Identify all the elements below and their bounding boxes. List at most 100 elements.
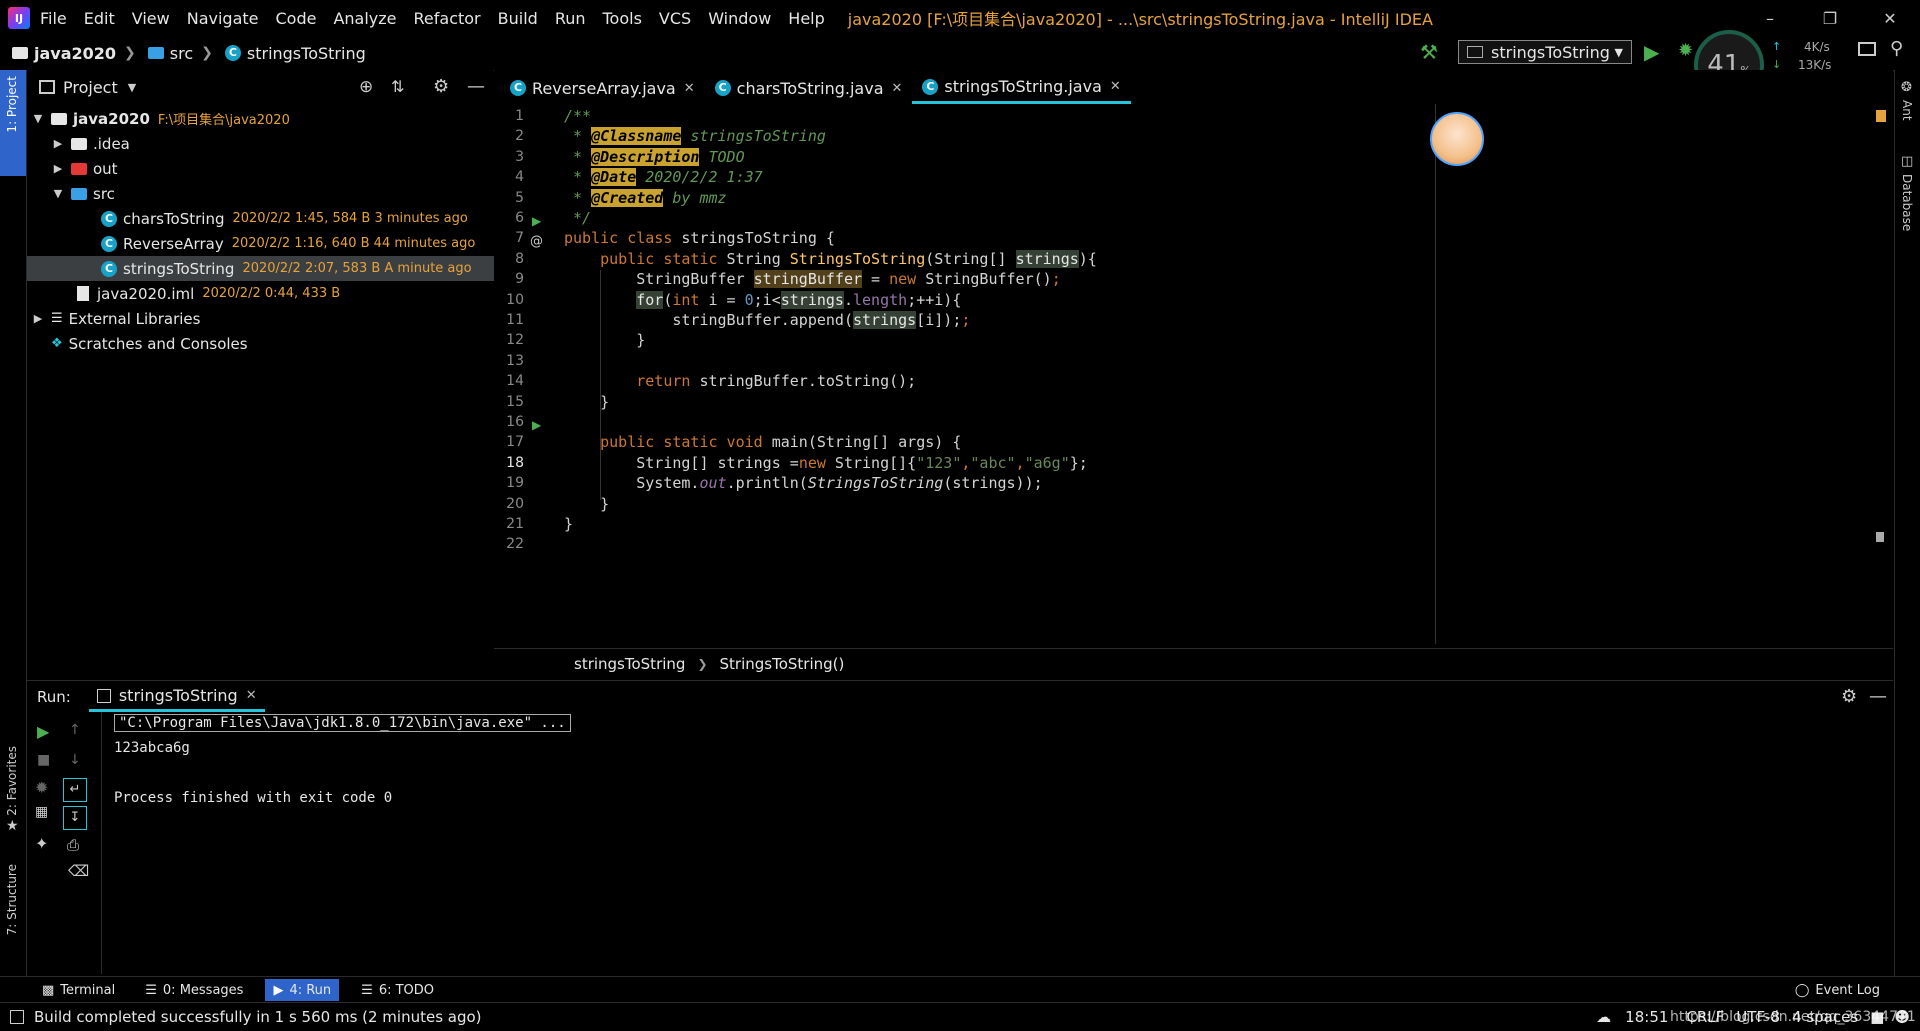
collapse-all-icon[interactable]: ⇅ xyxy=(391,77,404,96)
project-view-select[interactable]: Project xyxy=(63,78,118,97)
inspection-status-icon[interactable] xyxy=(1876,110,1886,122)
project-tool-tab[interactable]: 1: Project xyxy=(0,70,26,176)
favorites-tab[interactable]: 2: Favorites xyxy=(5,746,19,816)
print-icon[interactable]: ⎙ xyxy=(67,836,79,854)
close-icon[interactable]: ✕ xyxy=(892,81,903,96)
presentation-icon[interactable] xyxy=(1858,42,1876,56)
breadcrumb-file[interactable]: CstringsToString xyxy=(224,44,366,63)
chevron-right-icon[interactable]: ▶ xyxy=(31,312,45,325)
database-tab[interactable]: Database xyxy=(1900,174,1914,231)
tree-item-src[interactable]: ▼ src xyxy=(27,181,517,206)
line-number[interactable]: 3 xyxy=(494,149,524,165)
line-number[interactable]: 6 xyxy=(494,210,524,226)
soft-wrap-icon[interactable]: ↵ xyxy=(63,778,87,802)
chevron-down-icon[interactable]: ▼ xyxy=(31,112,45,125)
tab-terminal[interactable]: ▩ Terminal xyxy=(34,979,123,1001)
menu-refactor[interactable]: Refactor xyxy=(414,9,481,28)
close-icon[interactable]: ✕ xyxy=(1860,0,1920,36)
console-command-line[interactable]: "C:\Program Files\Java\jdk1.8.0_172\bin\… xyxy=(114,714,571,732)
menu-navigate[interactable]: Navigate xyxy=(187,9,259,28)
line-number[interactable]: 18 xyxy=(494,455,524,471)
run-configuration-select[interactable]: stringsToString ▼ xyxy=(1458,40,1632,64)
line-number[interactable]: 12 xyxy=(494,332,524,348)
menu-file[interactable]: File xyxy=(40,9,67,28)
tree-item-idea[interactable]: ▶ .idea xyxy=(27,131,517,156)
breadcrumb-method[interactable]: StringsToString() xyxy=(720,655,845,673)
gear-icon[interactable]: ⚙ xyxy=(1841,686,1857,707)
menu-build[interactable]: Build xyxy=(498,9,538,28)
code-editor[interactable]: /** * @Classname stringsToString * @Desc… xyxy=(564,104,1893,644)
menu-window[interactable]: Window xyxy=(708,9,771,28)
menu-run[interactable]: Run xyxy=(555,9,586,28)
build-hammer-icon[interactable]: ⚒ xyxy=(1420,40,1438,64)
trash-icon[interactable]: ⌫ xyxy=(68,862,89,880)
line-number[interactable]: 7 xyxy=(494,230,524,246)
breadcrumb-class[interactable]: stringsToString xyxy=(574,655,685,673)
chevron-right-icon[interactable]: ▶ xyxy=(51,137,65,150)
menu-help[interactable]: Help xyxy=(788,9,824,28)
scrollbar-thumb[interactable] xyxy=(1876,532,1884,542)
tab-charstostring[interactable]: CcharsToString.java ✕ xyxy=(705,72,913,104)
close-icon[interactable]: ✕ xyxy=(684,81,695,96)
menu-edit[interactable]: Edit xyxy=(84,9,115,28)
line-number[interactable]: 5 xyxy=(494,190,524,206)
line-number[interactable]: 2 xyxy=(494,128,524,144)
pin-icon[interactable]: ✦ xyxy=(35,834,48,853)
layout-icon[interactable]: ▦ xyxy=(35,804,48,820)
line-number[interactable]: 15 xyxy=(494,394,524,410)
line-number[interactable]: 13 xyxy=(494,353,524,369)
intellij-logo-icon[interactable]: IJ xyxy=(8,7,30,29)
tree-item-java2020[interactable]: ▼ java2020 F:\项目集合\java2020 xyxy=(27,106,497,131)
menu-code[interactable]: Code xyxy=(276,9,317,28)
line-number[interactable]: 22 xyxy=(494,536,524,552)
chevron-down-icon[interactable]: ▼ xyxy=(128,81,136,94)
toggle-tool-windows-icon[interactable] xyxy=(10,1010,24,1024)
rerun-icon[interactable]: ▶ xyxy=(37,722,49,741)
tab-stringstostring[interactable]: CstringsToString.java ✕ xyxy=(912,72,1131,104)
tree-item-out[interactable]: ▶ out xyxy=(27,156,517,181)
event-log-button[interactable]: ◯ Event Log xyxy=(1787,979,1888,1001)
breadcrumb-project[interactable]: java2020 ❯ xyxy=(12,44,136,63)
gear-icon[interactable]: ⚙ xyxy=(433,76,449,97)
line-number[interactable]: 21 xyxy=(494,516,524,532)
line-number[interactable]: 10 xyxy=(494,292,524,308)
line-number[interactable]: 19 xyxy=(494,475,524,491)
hide-icon[interactable]: — xyxy=(1869,686,1887,707)
debug-icon[interactable]: ✹ xyxy=(35,778,48,797)
menu-tools[interactable]: Tools xyxy=(603,9,642,28)
run-class-icon[interactable]: ▶ xyxy=(532,214,541,228)
close-icon[interactable]: ✕ xyxy=(1110,79,1121,94)
tree-item-java2020-iml[interactable]: java2020.iml 2020/2/2 0:44, 433 B xyxy=(27,281,543,306)
down-arrow-icon[interactable]: ↓ xyxy=(69,752,81,768)
status-message[interactable]: Build completed successfully in 1 s 560 … xyxy=(34,1008,482,1026)
close-icon[interactable]: ✕ xyxy=(246,688,257,703)
hide-icon[interactable]: — xyxy=(467,76,485,97)
tab-messages[interactable]: ☰ 0: Messages xyxy=(137,979,251,1001)
stop-icon[interactable]: ■ xyxy=(37,752,50,768)
line-number[interactable]: 1 xyxy=(494,108,524,124)
tab-reversearray[interactable]: C ReverseArray.java ✕ xyxy=(500,72,705,104)
tab-run[interactable]: ▶ 4: Run xyxy=(265,979,340,1001)
run-tab[interactable]: stringsToString ✕ xyxy=(88,682,265,712)
menu-view[interactable]: View xyxy=(132,9,170,28)
chevron-right-icon[interactable]: ▶ xyxy=(51,162,65,175)
search-icon[interactable]: ⚲ xyxy=(1890,38,1903,59)
tree-item-external-libraries[interactable]: ▶ ☰ External Libraries xyxy=(27,306,497,331)
restore-icon[interactable]: ❐ xyxy=(1800,0,1860,36)
chevron-down-icon[interactable]: ▼ xyxy=(51,187,65,200)
tree-item-scratches[interactable]: ❖ Scratches and Consoles xyxy=(27,331,517,356)
run-icon[interactable]: ▶ xyxy=(1644,40,1659,64)
scroll-to-end-icon[interactable]: ↧ xyxy=(63,806,87,830)
console-output[interactable]: "C:\Program Files\Java\jdk1.8.0_172\bin\… xyxy=(102,712,1893,974)
line-number[interactable]: 4 xyxy=(494,169,524,185)
run-main-icon[interactable]: ▶ xyxy=(532,418,541,432)
line-number[interactable]: 9 xyxy=(494,271,524,287)
tree-item-charstostring[interactable]: CcharsToString 2020/2/2 1:45, 584 B 3 min… xyxy=(27,206,567,231)
minimize-icon[interactable]: – xyxy=(1740,0,1800,36)
line-number[interactable]: 20 xyxy=(494,496,524,512)
locate-icon[interactable]: ⊕ xyxy=(359,77,373,97)
tree-item-reversearray[interactable]: C ReverseArray 2020/2/2 1:16, 640 B 44 min… xyxy=(27,231,567,256)
override-icon[interactable]: @ xyxy=(530,234,543,249)
debug-icon[interactable]: ✹ xyxy=(1678,40,1693,61)
breadcrumb-src[interactable]: src ❯ xyxy=(147,44,213,63)
